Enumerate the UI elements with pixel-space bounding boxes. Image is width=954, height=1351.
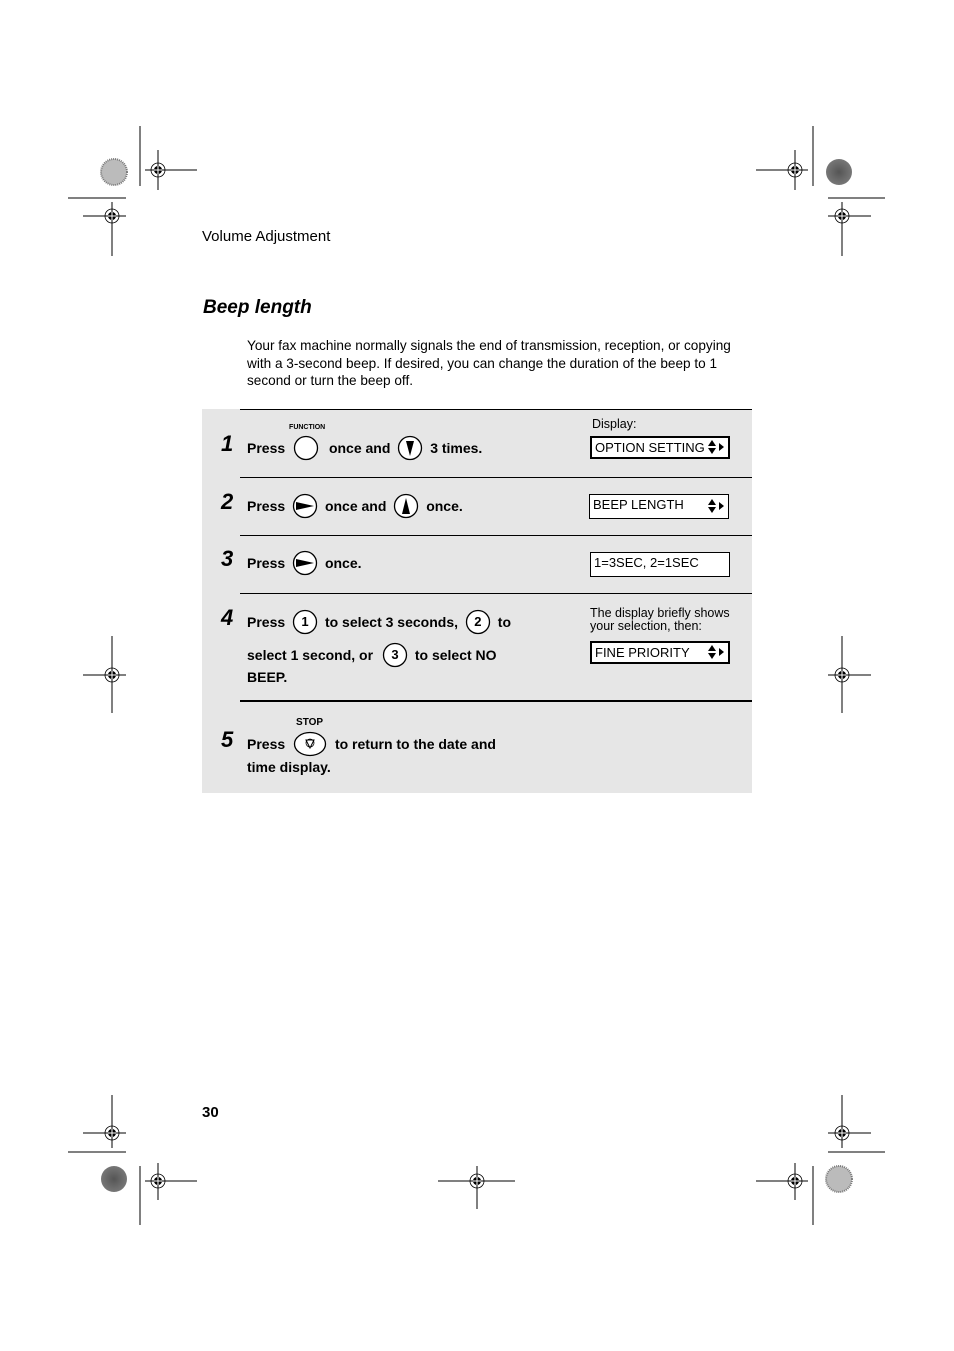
up-arrow-key-icon <box>393 493 419 519</box>
registration-mark-icon <box>83 636 126 713</box>
steps-panel: 1 Press FUNCTION once and 3 times. Displ… <box>202 409 752 793</box>
registration-mark-icon <box>68 1095 197 1225</box>
step-instruction: Press once. <box>247 550 362 576</box>
divider <box>240 593 752 594</box>
step-instruction: Press once and once. <box>247 493 463 519</box>
display-note: The display briefly shows your selection… <box>590 606 730 633</box>
color-target-icon <box>100 158 128 186</box>
page-number: 30 <box>202 1104 219 1121</box>
function-key-icon: FUNCTION <box>289 424 325 461</box>
step-instruction-line-2: select 1 second, or 3 to select NO <box>247 642 497 668</box>
registration-mark-icon <box>828 636 871 713</box>
divider <box>240 700 752 702</box>
lcd-display: BEEP LENGTH <box>589 494 729 519</box>
scroll-arrows-icon <box>708 440 724 454</box>
lcd-display: FINE PRIORITY <box>590 641 730 664</box>
step-number: 5 <box>221 727 234 752</box>
registration-mark-icon <box>756 126 885 256</box>
step-number: 1 <box>221 431 234 456</box>
intro-paragraph: Your fax machine normally signals the en… <box>247 338 731 388</box>
number-key-1-icon: 1 <box>292 609 318 635</box>
running-head: Volume Adjustment <box>202 228 331 245</box>
step-instruction-line-3: BEEP. <box>247 669 288 685</box>
step-instruction: Press FUNCTION once and 3 times. <box>247 424 482 461</box>
right-arrow-key-icon <box>292 550 318 576</box>
step-instruction-line-1: Press 1 to select 3 seconds, 2 to <box>247 609 511 635</box>
lcd-display: OPTION SETTING <box>590 436 730 459</box>
step-instruction: Press STOP to return to the date and <box>247 717 496 757</box>
display-label: Display: <box>592 417 637 431</box>
divider <box>240 409 752 410</box>
scroll-arrows-icon <box>708 499 724 513</box>
number-key-2-icon: 2 <box>465 609 491 635</box>
scroll-arrows-icon <box>708 645 724 659</box>
color-target-icon <box>826 159 852 185</box>
color-target-icon <box>825 1165 853 1193</box>
number-key-3-icon: 3 <box>382 642 408 668</box>
section-title: Beep length <box>203 297 312 318</box>
divider <box>240 535 752 536</box>
registration-mark-icon <box>756 1095 885 1225</box>
right-arrow-key-icon <box>292 493 318 519</box>
registration-mark-icon <box>68 126 197 256</box>
registration-mark-icon <box>438 1166 515 1209</box>
color-target-icon <box>101 1166 127 1192</box>
step-instruction-line-2: time display. <box>247 759 331 775</box>
step-number: 4 <box>221 605 234 630</box>
lcd-display: 1=3SEC, 2=1SEC <box>590 552 730 577</box>
step-number: 3 <box>221 546 234 571</box>
divider <box>240 477 752 478</box>
stop-key-icon: STOP <box>293 717 327 757</box>
down-arrow-key-icon <box>397 435 423 461</box>
step-number: 2 <box>221 489 234 514</box>
